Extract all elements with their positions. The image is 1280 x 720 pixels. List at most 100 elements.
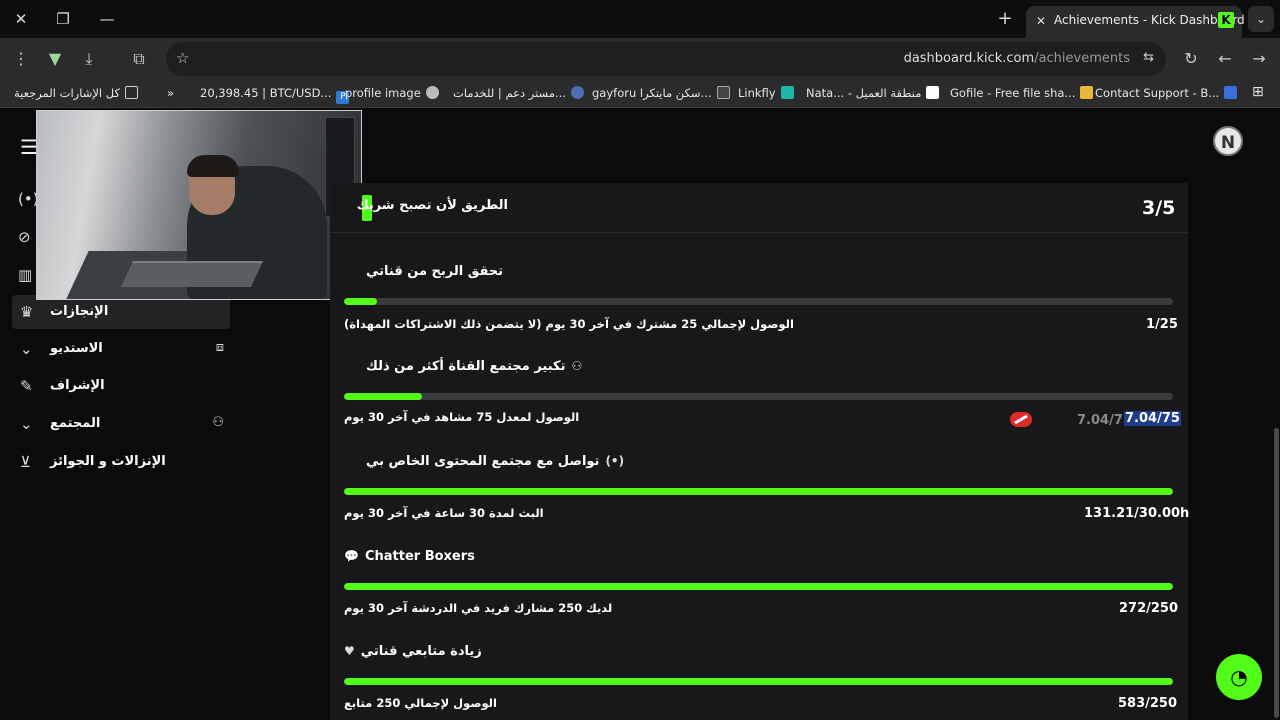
- requirement-text: الوصول لإجمالي 250 متابع: [344, 696, 497, 710]
- bookmark-star-icon[interactable]: ☆: [176, 49, 189, 67]
- browser-tab[interactable]: ✕ Achievements - Kick Dashboard K: [1026, 6, 1245, 38]
- minimize-window-icon[interactable]: —: [95, 8, 119, 30]
- section-title: تواصل مع مجتمع المحتوى الخاص بي (•): [366, 454, 624, 469]
- bookmark-btc[interactable]: 20,398.45 | BTC/USD... P: [200, 86, 350, 104]
- reload-icon[interactable]: ↻: [1180, 48, 1202, 70]
- link-icon[interactable]: ⊘: [18, 228, 31, 246]
- progress-value: 1/25: [1146, 317, 1178, 332]
- progress-value: 131.21/30.00h: [1084, 506, 1190, 521]
- bookmark-all[interactable]: كل الإشارات المرجعية: [14, 86, 138, 100]
- globe-icon: [425, 86, 439, 99]
- section-title-text: تكبير مجتمع القناة أكثر من ذلك: [366, 359, 566, 374]
- url-host: dashboard.kick.com: [903, 51, 1035, 66]
- bookmark-label: كل الإشارات المرجعية: [14, 86, 120, 100]
- broadcast-icon: (•): [605, 454, 625, 468]
- sidebar-item-community[interactable]: ⌄ المجتمع ⚇: [12, 407, 230, 441]
- chevron-down-icon: ⌄: [20, 415, 33, 433]
- progress-bar: [344, 583, 1173, 590]
- new-tab-button[interactable]: +: [993, 8, 1017, 30]
- download-icon[interactable]: ⤓: [78, 48, 100, 70]
- bookmarks-bar: كل الإشارات المرجعية » 20,398.45 | BTC/U…: [0, 80, 1280, 108]
- url-path: /achievements: [1034, 51, 1130, 66]
- analytics-icon[interactable]: ▥: [18, 266, 32, 284]
- apps-grid-icon[interactable]: ⊞: [1252, 84, 1264, 100]
- kick-favicon-icon: K: [1218, 12, 1234, 28]
- progress-value: 272/250: [1119, 601, 1179, 616]
- bookmark-minecraft[interactable]: gayforu سكن مايتكرا...: [592, 86, 730, 100]
- gofile-icon: [1080, 86, 1094, 99]
- back-arrow-icon[interactable]: ←: [1214, 48, 1236, 70]
- bookmark-label: Gofile - Free file sha...: [950, 86, 1076, 100]
- menu-dots-icon[interactable]: ⋮: [10, 48, 32, 70]
- bookmark-profile-image[interactable]: profile image: [345, 86, 439, 100]
- section-title-text: Chatter Boxers: [364, 549, 475, 564]
- bookmark-linkfly[interactable]: Linkfly: [738, 86, 794, 100]
- sidebar-item-label: الإشراف: [50, 378, 105, 393]
- section-title: 💬 Chatter Boxers: [344, 549, 475, 564]
- forward-arrow-icon[interactable]: →: [1248, 48, 1270, 70]
- close-window-icon[interactable]: ✕: [9, 8, 33, 30]
- extensions-puzzle-icon[interactable]: ⧉: [128, 48, 150, 70]
- section-title-text: زيادة متابعي قناتي: [360, 644, 482, 659]
- webcam-overlay: [36, 110, 362, 300]
- bookmark-overflow[interactable]: »: [167, 86, 174, 100]
- support-chat-button[interactable]: ◔: [1216, 654, 1262, 700]
- card-progress-count: 3/5: [1142, 197, 1176, 219]
- requirement-text: البث لمدة 30 ساعة في آخر 30 يوم: [344, 506, 544, 520]
- restore-window-icon[interactable]: ❐: [51, 8, 75, 30]
- progress-bar: [344, 298, 1173, 305]
- bookmark-label: Linkfly: [738, 86, 776, 100]
- heart-icon: ♥: [344, 644, 355, 658]
- bookmark-label: 20,398.45 | BTC/USD...: [200, 86, 332, 100]
- shield-icon: [570, 86, 584, 99]
- card-title: الطريق لأن تصبح شريك: [356, 198, 508, 213]
- sidebar-item-moderation[interactable]: ✎ الإشراف: [12, 369, 230, 403]
- users-icon: ⚇: [571, 359, 583, 373]
- bookmark-label: Contact Support - B...: [1095, 86, 1220, 100]
- page-scrollbar[interactable]: [1274, 428, 1279, 718]
- bookmark-label: gayforu سكن مايتكرا...: [592, 86, 712, 100]
- bookmark-gofile[interactable]: Gofile - Free file sha...: [950, 86, 1094, 100]
- sidebar-item-label: الإنزالات و الجوائز: [50, 454, 166, 469]
- folder-icon: [124, 86, 138, 99]
- card-header: الطريق لأن تصبح شريك 3/5: [330, 183, 1188, 233]
- sidebar-item-label: الإنجازات: [50, 304, 109, 319]
- link-icon: [780, 86, 794, 99]
- white-square-icon: [926, 86, 940, 99]
- section-title-text: تحقق الربح من قناتي: [366, 264, 504, 279]
- drops-gift-icon: ⊻: [20, 453, 31, 471]
- requirement-text: لديك 250 مشارك فريد في الدردشة آخر 30 يو…: [344, 601, 613, 615]
- bookmark-client-area[interactable]: Nata... - منطقة العميل: [806, 86, 940, 100]
- bookmark-label: profile image: [345, 86, 421, 100]
- bookmark-mr-support[interactable]: مستر دعم | للخدمات...: [453, 86, 584, 100]
- section-title: تحقق الربح من قناتي: [366, 264, 503, 279]
- sidebar-item-label: المجتمع: [50, 416, 101, 431]
- trophy-icon: ♛: [20, 303, 34, 321]
- section-title-text: تواصل مع مجتمع المحتوى الخاص بي: [366, 454, 600, 469]
- support-icon: [1224, 86, 1238, 99]
- progress-bar: [344, 393, 1173, 400]
- sidebar-item-studio[interactable]: ⌄ الاستديو ⧈: [12, 332, 230, 366]
- bookmark-contact-support[interactable]: Contact Support - B...: [1095, 86, 1238, 100]
- browser-toolbar: ⋮ ▼ ⤓ ⧉ ☆ dashboard.kick.com/achievement…: [0, 38, 1280, 80]
- chevron-down-icon: ⌄: [20, 340, 33, 358]
- sidebar-item-drops[interactable]: ⊻ الإنزالات و الجوائز: [12, 445, 230, 479]
- tab-close-icon[interactable]: ✕: [1032, 12, 1050, 30]
- tab-search-button[interactable]: ⌄: [1248, 6, 1274, 32]
- sidebar-item-achievements[interactable]: ♛ الإنجازات: [12, 295, 230, 329]
- bookmark-label: Nata... - منطقة العميل: [806, 86, 922, 100]
- tab-title: Achievements - Kick Dashboard: [1054, 13, 1245, 27]
- requirement-text: الوصول لمعدل 75 مشاهد في آخر 30 يوم: [344, 410, 580, 424]
- users-icon: ⚇: [212, 415, 224, 430]
- site-settings-icon[interactable]: ⇆: [1143, 50, 1154, 65]
- progress-value: 7.04/75: [1124, 411, 1181, 426]
- progress-fill: [344, 678, 1173, 685]
- wrench-icon: ✎: [20, 377, 33, 395]
- sidebar-item-label: الاستديو: [50, 341, 103, 356]
- url-text[interactable]: dashboard.kick.com/achievements: [904, 51, 1130, 66]
- avatar[interactable]: N: [1213, 126, 1243, 156]
- progress-fill: [344, 583, 1173, 590]
- dashboard-page: ☰ N (•) ⊘ ▥ ♛ الإنجازات ⌄ الاستديو ⧈ ✎ ا…: [0, 108, 1280, 720]
- extension-icon[interactable]: ▼: [44, 48, 66, 70]
- address-bar[interactable]: ☆ dashboard.kick.com/achievements ⇆: [166, 42, 1166, 76]
